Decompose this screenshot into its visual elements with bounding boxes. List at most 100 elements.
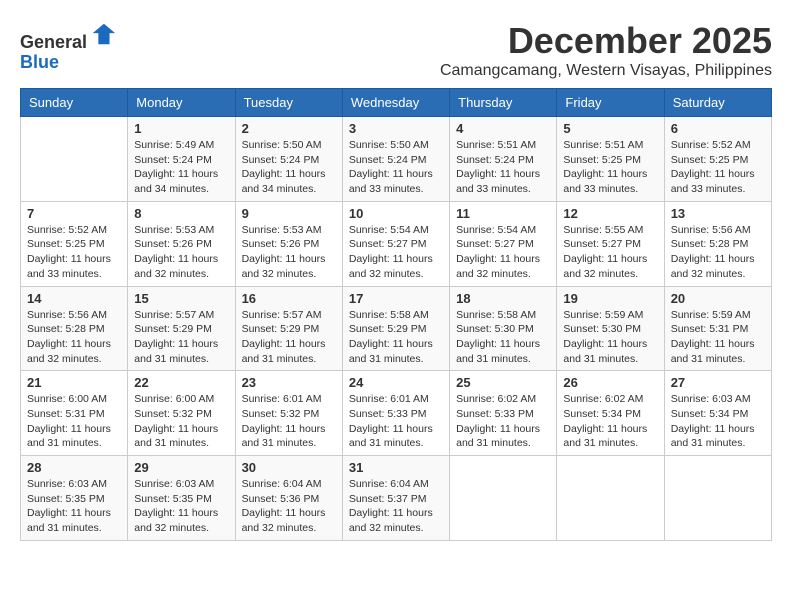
calendar-cell: 29 Sunrise: 6:03 AM Sunset: 5:35 PM Dayli… (128, 456, 235, 541)
day-number: 25 (456, 375, 550, 390)
day-info: Sunrise: 5:50 AM Sunset: 5:24 PM Dayligh… (242, 138, 336, 197)
weekday-header: Sunday (21, 89, 128, 117)
day-number: 12 (563, 206, 657, 221)
calendar-cell: 26Sunrise: 6:02 AM Sunset: 5:34 PM Dayli… (557, 371, 664, 456)
day-number: 20 (671, 291, 765, 306)
day-info: Sunrise: 5:59 AM Sunset: 5:30 PM Dayligh… (563, 308, 657, 367)
page-header: General Blue December 2025 Camangcamang,… (20, 20, 772, 80)
calendar-cell: 1 Sunrise: 5:49 AM Sunset: 5:24 PM Daylig… (128, 117, 235, 202)
day-info: Sunrise: 5:55 AM Sunset: 5:27 PM Dayligh… (563, 223, 657, 282)
calendar-cell: 24 Sunrise: 6:01 AM Sunset: 5:33 PM Dayli… (342, 371, 449, 456)
day-number: 11 (456, 206, 550, 221)
day-number: 13 (671, 206, 765, 221)
day-number: 29 (134, 460, 228, 475)
day-number: 15 (134, 291, 228, 306)
day-info: Sunrise: 5:54 AM Sunset: 5:27 PM Dayligh… (456, 223, 550, 282)
calendar-cell: 16 Sunrise: 5:57 AM Sunset: 5:29 PM Dayli… (235, 286, 342, 371)
day-number: 24 (349, 375, 443, 390)
day-number: 22 (134, 375, 228, 390)
logo-icon (89, 20, 117, 48)
calendar-cell: 7Sunrise: 5:52 AM Sunset: 5:25 PM Daylig… (21, 201, 128, 286)
calendar-cell: 22 Sunrise: 6:00 AM Sunset: 5:32 PM Dayli… (128, 371, 235, 456)
calendar-cell: 3 Sunrise: 5:50 AM Sunset: 5:24 PM Daylig… (342, 117, 449, 202)
calendar-cell: 4 Sunrise: 5:51 AM Sunset: 5:24 PM Daylig… (450, 117, 557, 202)
weekday-header: Wednesday (342, 89, 449, 117)
day-number: 5 (563, 121, 657, 136)
logo-blue: Blue (20, 52, 59, 72)
day-number: 14 (27, 291, 121, 306)
day-info: Sunrise: 6:01 AM Sunset: 5:33 PM Dayligh… (349, 392, 443, 451)
calendar-cell: 30Sunrise: 6:04 AM Sunset: 5:36 PM Dayli… (235, 456, 342, 541)
day-number: 7 (27, 206, 121, 221)
location-title: Camangcamang, Western Visayas, Philippin… (440, 62, 772, 80)
day-number: 1 (134, 121, 228, 136)
calendar-cell (557, 456, 664, 541)
day-info: Sunrise: 6:02 AM Sunset: 5:33 PM Dayligh… (456, 392, 550, 451)
day-info: Sunrise: 6:04 AM Sunset: 5:37 PM Dayligh… (349, 477, 443, 536)
calendar-cell: 23Sunrise: 6:01 AM Sunset: 5:32 PM Dayli… (235, 371, 342, 456)
day-info: Sunrise: 5:53 AM Sunset: 5:26 PM Dayligh… (134, 223, 228, 282)
day-number: 10 (349, 206, 443, 221)
day-info: Sunrise: 6:04 AM Sunset: 5:36 PM Dayligh… (242, 477, 336, 536)
day-info: Sunrise: 5:53 AM Sunset: 5:26 PM Dayligh… (242, 223, 336, 282)
day-info: Sunrise: 5:54 AM Sunset: 5:27 PM Dayligh… (349, 223, 443, 282)
day-info: Sunrise: 5:57 AM Sunset: 5:29 PM Dayligh… (242, 308, 336, 367)
calendar-cell (664, 456, 771, 541)
calendar-cell: 25 Sunrise: 6:02 AM Sunset: 5:33 PM Dayli… (450, 371, 557, 456)
day-info: Sunrise: 6:02 AM Sunset: 5:34 PM Dayligh… (563, 392, 657, 451)
weekday-header: Saturday (664, 89, 771, 117)
day-number: 27 (671, 375, 765, 390)
day-info: Sunrise: 6:03 AM Sunset: 5:35 PM Dayligh… (134, 477, 228, 536)
day-number: 23 (242, 375, 336, 390)
day-info: Sunrise: 5:51 AM Sunset: 5:25 PM Dayligh… (563, 138, 657, 197)
calendar-cell: 9 Sunrise: 5:53 AM Sunset: 5:26 PM Daylig… (235, 201, 342, 286)
calendar-cell: 10 Sunrise: 5:54 AM Sunset: 5:27 PM Dayli… (342, 201, 449, 286)
day-info: Sunrise: 5:52 AM Sunset: 5:25 PM Dayligh… (671, 138, 765, 197)
calendar-cell: 13 Sunrise: 5:56 AM Sunset: 5:28 PM Dayli… (664, 201, 771, 286)
title-block: December 2025 Camangcamang, Western Visa… (440, 20, 772, 80)
calendar-cell: 12 Sunrise: 5:55 AM Sunset: 5:27 PM Dayli… (557, 201, 664, 286)
calendar-cell: 5 Sunrise: 5:51 AM Sunset: 5:25 PM Daylig… (557, 117, 664, 202)
day-info: Sunrise: 5:50 AM Sunset: 5:24 PM Dayligh… (349, 138, 443, 197)
day-info: Sunrise: 6:03 AM Sunset: 5:34 PM Dayligh… (671, 392, 765, 451)
day-info: Sunrise: 5:56 AM Sunset: 5:28 PM Dayligh… (671, 223, 765, 282)
calendar-cell: 20 Sunrise: 5:59 AM Sunset: 5:31 PM Dayli… (664, 286, 771, 371)
day-info: Sunrise: 5:59 AM Sunset: 5:31 PM Dayligh… (671, 308, 765, 367)
day-number: 8 (134, 206, 228, 221)
calendar-cell (21, 117, 128, 202)
calendar-cell: 6Sunrise: 5:52 AM Sunset: 5:25 PM Daylig… (664, 117, 771, 202)
day-number: 28 (27, 460, 121, 475)
calendar-cell: 19 Sunrise: 5:59 AM Sunset: 5:30 PM Dayli… (557, 286, 664, 371)
calendar-table: SundayMondayTuesdayWednesdayThursdayFrid… (20, 88, 772, 541)
day-info: Sunrise: 5:49 AM Sunset: 5:24 PM Dayligh… (134, 138, 228, 197)
weekday-header: Tuesday (235, 89, 342, 117)
day-info: Sunrise: 5:58 AM Sunset: 5:29 PM Dayligh… (349, 308, 443, 367)
day-number: 17 (349, 291, 443, 306)
calendar-cell: 14 Sunrise: 5:56 AM Sunset: 5:28 PM Dayli… (21, 286, 128, 371)
calendar-cell: 11 Sunrise: 5:54 AM Sunset: 5:27 PM Dayli… (450, 201, 557, 286)
calendar-cell: 18 Sunrise: 5:58 AM Sunset: 5:30 PM Dayli… (450, 286, 557, 371)
day-info: Sunrise: 5:56 AM Sunset: 5:28 PM Dayligh… (27, 308, 121, 367)
calendar-cell: 31 Sunrise: 6:04 AM Sunset: 5:37 PM Dayli… (342, 456, 449, 541)
day-info: Sunrise: 5:51 AM Sunset: 5:24 PM Dayligh… (456, 138, 550, 197)
calendar-cell: 15 Sunrise: 5:57 AM Sunset: 5:29 PM Dayli… (128, 286, 235, 371)
day-number: 3 (349, 121, 443, 136)
day-info: Sunrise: 6:00 AM Sunset: 5:32 PM Dayligh… (134, 392, 228, 451)
calendar-cell: 21 Sunrise: 6:00 AM Sunset: 5:31 PM Dayli… (21, 371, 128, 456)
calendar-cell: 27 Sunrise: 6:03 AM Sunset: 5:34 PM Dayli… (664, 371, 771, 456)
day-number: 21 (27, 375, 121, 390)
day-number: 31 (349, 460, 443, 475)
logo-general: General (20, 32, 87, 52)
day-number: 16 (242, 291, 336, 306)
weekday-header: Thursday (450, 89, 557, 117)
day-info: Sunrise: 6:00 AM Sunset: 5:31 PM Dayligh… (27, 392, 121, 451)
calendar-cell: 8 Sunrise: 5:53 AM Sunset: 5:26 PM Daylig… (128, 201, 235, 286)
day-number: 4 (456, 121, 550, 136)
day-info: Sunrise: 5:57 AM Sunset: 5:29 PM Dayligh… (134, 308, 228, 367)
day-number: 9 (242, 206, 336, 221)
weekday-header: Friday (557, 89, 664, 117)
day-number: 18 (456, 291, 550, 306)
calendar-cell: 2Sunrise: 5:50 AM Sunset: 5:24 PM Daylig… (235, 117, 342, 202)
day-info: Sunrise: 5:58 AM Sunset: 5:30 PM Dayligh… (456, 308, 550, 367)
day-number: 19 (563, 291, 657, 306)
